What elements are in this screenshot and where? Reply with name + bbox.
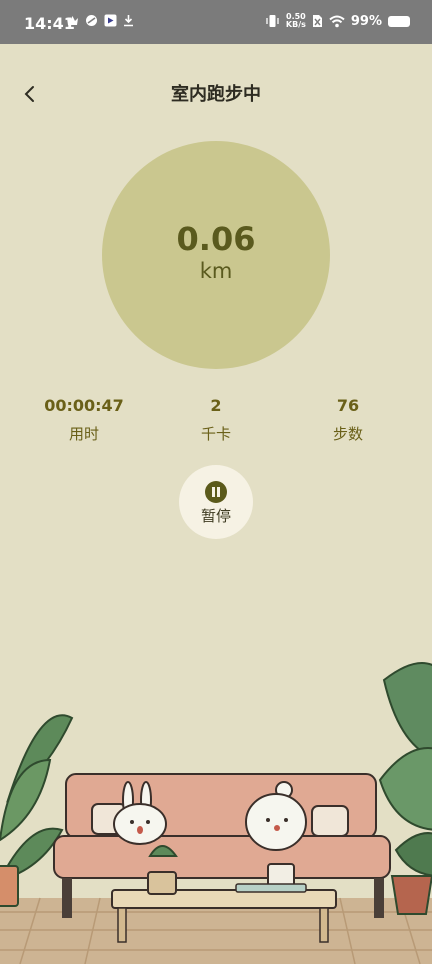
stat-calories-label: 千卡 [200,425,231,443]
status-bar: 14:41 0.50 KB/s 99% [0,0,432,44]
pause-label: 暂停 [200,507,231,525]
download-icon [124,15,133,27]
wifi-icon [329,15,345,27]
stat-calories-value: 2 [210,396,222,415]
stat-calories: 2 千卡 [146,396,286,444]
battery-percentage: 99% [350,13,382,29]
status-right-icons: 0.50 KB/s 99% [265,13,410,29]
living-room-illustration [0,662,432,964]
network-speed: 0.50 KB/s [286,13,306,29]
network-speed-unit: KB/s [285,20,306,29]
video-app-icon [104,14,117,27]
stat-duration: 00:00:47 用时 [14,396,154,444]
stat-duration-value: 00:00:47 [44,396,124,415]
no-sim-icon [312,15,322,27]
crown-icon [67,16,78,25]
speedometer-icon [86,15,97,26]
pause-button[interactable]: 暂停 [179,465,253,539]
vibrate-icon [266,15,279,27]
distance-value: 0.06 [176,220,256,258]
battery-icon [388,15,410,27]
stat-duration-label: 用时 [68,425,99,443]
status-left-icons [66,14,134,27]
right-plant [378,662,432,915]
stat-steps: 76 步数 [278,396,418,444]
pause-icon [205,481,227,503]
page-title: 室内跑步中 [171,84,261,105]
stat-steps-value: 76 [336,396,360,415]
stat-steps-label: 步数 [332,425,363,443]
distance-unit: km [199,259,233,283]
